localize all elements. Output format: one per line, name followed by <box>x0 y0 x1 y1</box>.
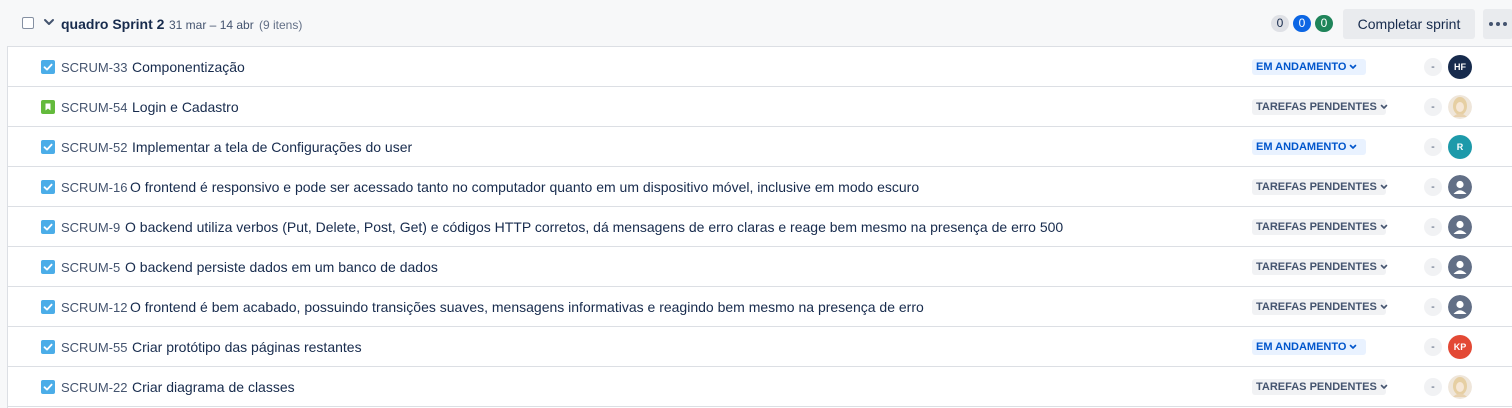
status-dropdown[interactable]: EM ANDAMENTO <box>1252 139 1366 155</box>
assignee-avatar[interactable]: KP <box>1448 335 1472 359</box>
issue-summary[interactable]: Login e Cadastro <box>132 99 239 115</box>
in-progress-count-badge: 0 <box>1293 15 1311 32</box>
issue-summary[interactable]: O frontend é bem acabado, possuindo tran… <box>130 299 924 315</box>
status-dropdown[interactable]: TAREFAS PENDENTES <box>1252 259 1388 275</box>
chevron-down-icon <box>1349 343 1357 351</box>
story-points-estimate[interactable]: - <box>1424 338 1442 356</box>
issue-row[interactable]: SCRUM-55 Criar protótipo das páginas rest… <box>8 327 1512 367</box>
status-dropdown[interactable]: TAREFAS PENDENTES <box>1252 299 1388 315</box>
status-label: TAREFAS PENDENTES <box>1256 301 1377 313</box>
status-label: TAREFAS PENDENTES <box>1256 261 1377 273</box>
issue-row[interactable]: SCRUM-16 O frontend é responsivo e pode s… <box>8 167 1512 207</box>
status-counts: 0 0 0 <box>1271 15 1333 32</box>
unassigned-avatar-icon[interactable] <box>1448 255 1472 279</box>
select-sprint-checkbox[interactable] <box>22 17 34 29</box>
status-label: EM ANDAMENTO <box>1256 141 1347 153</box>
status-label: TAREFAS PENDENTES <box>1256 181 1377 193</box>
chevron-down-icon <box>1380 383 1388 391</box>
status-dropdown[interactable]: EM ANDAMENTO <box>1252 339 1366 355</box>
chevron-down-icon <box>1349 143 1357 151</box>
done-count-badge: 0 <box>1315 15 1333 32</box>
story-points-estimate[interactable]: - <box>1424 178 1442 196</box>
assignee-avatar[interactable] <box>1448 95 1472 119</box>
issue-list: SCRUM-33 Componentização EM ANDAMENTO - HF SC… <box>7 46 1512 408</box>
story-icon <box>41 100 55 114</box>
status-label: EM ANDAMENTO <box>1256 61 1347 73</box>
issue-summary[interactable]: Criar protótipo das páginas restantes <box>132 339 362 355</box>
status-dropdown[interactable]: EM ANDAMENTO <box>1252 59 1366 75</box>
chevron-down-icon <box>1380 303 1388 311</box>
chevron-down-icon <box>1349 63 1357 71</box>
status-label: EM ANDAMENTO <box>1256 341 1347 353</box>
story-points-estimate[interactable]: - <box>1424 98 1442 116</box>
issue-summary[interactable]: O frontend é responsivo e pode ser acess… <box>130 179 919 195</box>
issue-summary[interactable]: O backend persiste dados em um banco de … <box>125 259 438 275</box>
chevron-down-icon <box>1380 263 1388 271</box>
sprint-dates: 31 mar – 14 abr <box>169 18 254 32</box>
issue-key[interactable]: SCRUM-54 <box>61 100 127 115</box>
sprint-header: quadro Sprint 2 31 mar – 14 abr (9 itens… <box>0 0 1512 47</box>
issue-key[interactable]: SCRUM-16 <box>61 180 127 195</box>
unassigned-avatar-icon[interactable] <box>1448 295 1472 319</box>
task-icon <box>41 260 55 274</box>
issue-key[interactable]: SCRUM-5 <box>61 260 120 275</box>
more-actions-icon[interactable] <box>1483 9 1512 39</box>
issue-row[interactable]: SCRUM-22 Criar diagrama de classes TAREFAS… <box>8 367 1512 407</box>
assignee-avatar[interactable]: R <box>1448 135 1472 159</box>
status-label: TAREFAS PENDENTES <box>1256 101 1377 113</box>
issue-row[interactable]: SCRUM-12 O frontend é bem acabado, possui… <box>8 287 1512 327</box>
issue-key[interactable]: SCRUM-22 <box>61 380 127 395</box>
task-icon <box>41 220 55 234</box>
story-points-estimate[interactable]: - <box>1424 218 1442 236</box>
issue-key[interactable]: SCRUM-52 <box>61 140 127 155</box>
chevron-down-icon <box>1380 183 1388 191</box>
status-dropdown[interactable]: TAREFAS PENDENTES <box>1252 219 1388 235</box>
status-dropdown[interactable]: TAREFAS PENDENTES <box>1252 99 1388 115</box>
chevron-down-icon[interactable] <box>43 15 55 29</box>
issue-row[interactable]: SCRUM-33 Componentização EM ANDAMENTO - HF <box>8 47 1512 87</box>
status-label: TAREFAS PENDENTES <box>1256 381 1377 393</box>
sprint-title[interactable]: quadro Sprint 2 <box>61 16 164 32</box>
issue-key[interactable]: SCRUM-33 <box>61 60 127 75</box>
unassigned-avatar-icon[interactable] <box>1448 215 1472 239</box>
issue-key[interactable]: SCRUM-55 <box>61 340 127 355</box>
story-points-estimate[interactable]: - <box>1424 298 1442 316</box>
issue-summary[interactable]: Implementar a tela de Configurações do u… <box>132 139 412 155</box>
status-dropdown[interactable]: TAREFAS PENDENTES <box>1252 179 1388 195</box>
task-icon <box>41 380 55 394</box>
story-points-estimate[interactable]: - <box>1424 258 1442 276</box>
assignee-avatar[interactable]: HF <box>1448 55 1472 79</box>
issue-row[interactable]: SCRUM-9 O backend utiliza verbos (Put, De… <box>8 207 1512 247</box>
issue-row[interactable]: SCRUM-5 O backend persiste dados em um ba… <box>8 247 1512 287</box>
task-icon <box>41 60 55 74</box>
issue-row[interactable]: SCRUM-52 Implementar a tela de Configuraç… <box>8 127 1512 167</box>
issue-row[interactable]: SCRUM-54 Login e Cadastro TAREFAS PENDENTE… <box>8 87 1512 127</box>
task-icon <box>41 300 55 314</box>
task-icon <box>41 180 55 194</box>
issue-key[interactable]: SCRUM-9 <box>61 220 120 235</box>
complete-sprint-button[interactable]: Completar sprint <box>1343 9 1475 39</box>
assignee-avatar[interactable] <box>1448 375 1472 399</box>
task-icon <box>41 340 55 354</box>
status-label: TAREFAS PENDENTES <box>1256 221 1377 233</box>
chevron-down-icon <box>1380 223 1388 231</box>
unassigned-avatar-icon[interactable] <box>1448 175 1472 199</box>
story-points-estimate[interactable]: - <box>1424 58 1442 76</box>
issue-key[interactable]: SCRUM-12 <box>61 300 127 315</box>
todo-count-badge: 0 <box>1271 15 1289 32</box>
status-dropdown[interactable]: TAREFAS PENDENTES <box>1252 379 1388 395</box>
story-points-estimate[interactable]: - <box>1424 138 1442 156</box>
task-icon <box>41 140 55 154</box>
sprint-issue-count: (9 itens) <box>259 18 303 32</box>
chevron-down-icon <box>1380 103 1388 111</box>
story-points-estimate[interactable]: - <box>1424 378 1442 396</box>
issue-summary[interactable]: Componentização <box>132 59 245 75</box>
issue-summary[interactable]: O backend utiliza verbos (Put, Delete, P… <box>125 219 1063 235</box>
issue-summary[interactable]: Criar diagrama de classes <box>132 379 295 395</box>
